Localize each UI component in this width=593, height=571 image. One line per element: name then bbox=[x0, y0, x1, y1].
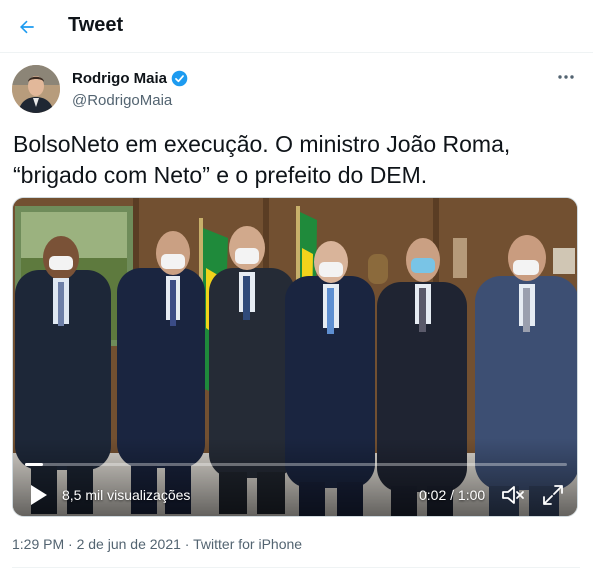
tweet-metadata: 1:29 PM · 2 de jun de 2021 · Twitter for… bbox=[12, 536, 302, 552]
volume-muted-icon bbox=[502, 486, 524, 504]
fullscreen-icon bbox=[543, 485, 563, 505]
page-title: Tweet bbox=[68, 14, 124, 36]
play-icon bbox=[31, 485, 47, 505]
play-button[interactable] bbox=[27, 483, 49, 507]
mute-button[interactable] bbox=[500, 483, 526, 507]
tweet-time[interactable]: 1:29 PM bbox=[12, 536, 64, 552]
video-time: 0:02 / 1:00 bbox=[419, 487, 486, 503]
tweet-date[interactable]: 2 de jun de 2021 bbox=[77, 536, 181, 552]
tweet-card: Rodrigo Maia @RodrigoMaia BolsoNeto em e… bbox=[0, 53, 593, 571]
author-handle[interactable]: @RodrigoMaia bbox=[72, 92, 172, 109]
video-progress-bar[interactable] bbox=[25, 463, 567, 466]
back-button[interactable] bbox=[10, 10, 44, 44]
video-progress-fill bbox=[25, 463, 43, 466]
video-frame bbox=[13, 198, 577, 516]
view-count: 8,5 mil visualizações bbox=[62, 487, 191, 503]
separator: · bbox=[180, 536, 194, 552]
more-options-button[interactable] bbox=[553, 67, 579, 87]
video-player[interactable]: 8,5 mil visualizações 0:02 / 1:00 bbox=[12, 197, 578, 517]
verified-badge-icon bbox=[171, 70, 188, 87]
author-name[interactable]: Rodrigo Maia bbox=[72, 70, 188, 87]
fullscreen-button[interactable] bbox=[541, 483, 565, 507]
arrow-left-icon bbox=[20, 20, 34, 34]
more-dots-icon bbox=[558, 75, 574, 79]
top-bar: Tweet bbox=[0, 0, 593, 53]
author-name-text: Rodrigo Maia bbox=[72, 70, 168, 87]
separator: · bbox=[64, 536, 77, 552]
tweet-source[interactable]: Twitter for iPhone bbox=[193, 536, 302, 552]
divider bbox=[12, 567, 580, 568]
avatar[interactable] bbox=[12, 65, 60, 113]
tweet-text: BolsoNeto em execução. O ministro João R… bbox=[13, 131, 511, 188]
